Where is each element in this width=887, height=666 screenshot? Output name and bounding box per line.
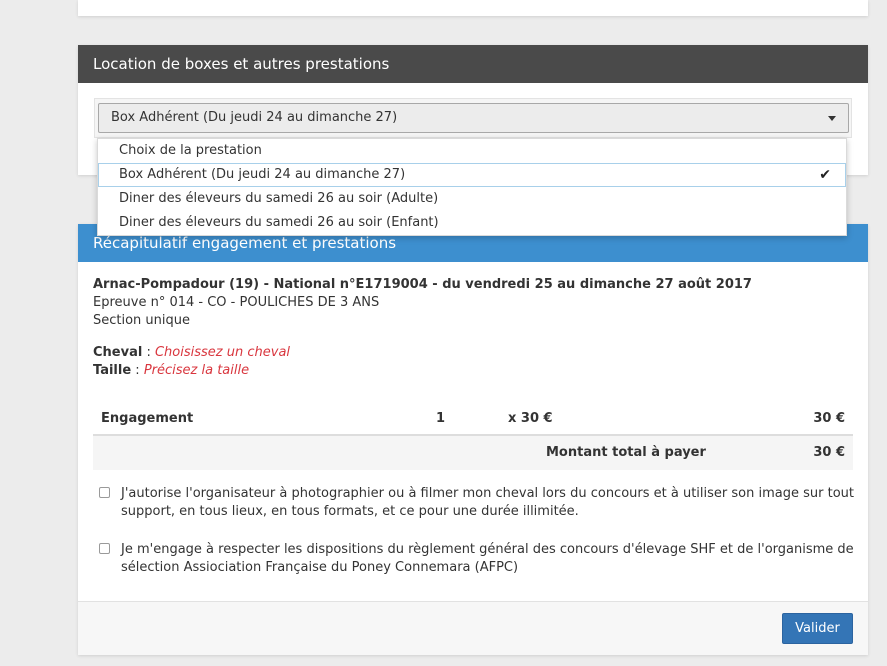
section-text: Section unique xyxy=(93,313,191,328)
dropdown-option-box-adherent[interactable]: Box Adhérent (Du jeudi 24 au dimanche 27… xyxy=(98,163,846,187)
table-total-row: Montant total à payer 30 € xyxy=(93,436,853,470)
previous-panel xyxy=(78,0,868,16)
taille-label: Taille xyxy=(93,363,132,378)
location-panel-title: Location de boxes et autres prestations xyxy=(78,45,868,83)
prestation-select-wrapper: Box Adhérent (Du jeudi 24 au dimanche 27… xyxy=(94,98,852,138)
table-row: Engagement 1 x 30 € 30 € xyxy=(93,402,853,436)
consent-photo-text: J'autorise l'organisateur à photographie… xyxy=(121,486,854,519)
cheval-line: Cheval : Choisissez un cheval xyxy=(93,344,853,362)
checkmark-icon: ✔ xyxy=(819,167,831,183)
total-label: Montant total à payer xyxy=(546,445,706,460)
epreuve-text: Epreuve n° 014 - CO - POULICHES DE 3 ANS xyxy=(93,295,380,310)
engagement-qty: 1 xyxy=(436,411,446,426)
consent-photo-row: J'autorise l'organisateur à photographie… xyxy=(93,485,863,521)
engagement-unit-price: x 30 € xyxy=(508,411,553,426)
caret-down-icon xyxy=(828,116,836,121)
dropdown-option-diner-enfant[interactable]: Diner des éleveurs du samedi 26 au soir … xyxy=(98,211,846,235)
consent-rules-text: Je m'engage à respecter les dispositions… xyxy=(121,542,854,575)
valider-button[interactable]: Valider xyxy=(782,613,853,644)
consent-rules-row: Je m'engage à respecter les dispositions… xyxy=(93,541,863,577)
taille-line: Taille : Précisez la taille xyxy=(93,362,853,380)
event-title: Arnac-Pompadour (19) - National n°E17190… xyxy=(93,277,752,292)
engagement-amount: 30 € xyxy=(813,411,845,426)
engagement-label: Engagement xyxy=(101,411,194,426)
cheval-value: Choisissez un cheval xyxy=(154,345,291,360)
recap-table: Engagement 1 x 30 € 30 € Montant total à… xyxy=(93,402,853,470)
consent-photo-checkbox[interactable] xyxy=(99,487,110,498)
dropdown-option-choix[interactable]: Choix de la prestation xyxy=(98,139,846,163)
cheval-label: Cheval xyxy=(93,345,143,360)
cheval-separator: : xyxy=(142,345,155,360)
prestation-select[interactable]: Box Adhérent (Du jeudi 24 au dimanche 27… xyxy=(98,103,849,133)
total-value: 30 € xyxy=(813,445,845,460)
prestation-select-value: Box Adhérent (Du jeudi 24 au dimanche 27… xyxy=(111,110,398,125)
form-footer: Valider xyxy=(78,601,868,655)
dropdown-option-label: Box Adhérent (Du jeudi 24 au dimanche 27… xyxy=(119,167,406,182)
consent-rules-checkbox[interactable] xyxy=(99,543,110,554)
prestation-dropdown: Choix de la prestation Box Adhérent (Du … xyxy=(97,138,847,236)
dropdown-option-diner-adulte[interactable]: Diner des éleveurs du samedi 26 au soir … xyxy=(98,187,846,211)
recap-panel: Récapitulatif engagement et prestations … xyxy=(78,224,868,655)
taille-value: Précisez la taille xyxy=(143,363,250,378)
taille-separator: : xyxy=(131,363,144,378)
